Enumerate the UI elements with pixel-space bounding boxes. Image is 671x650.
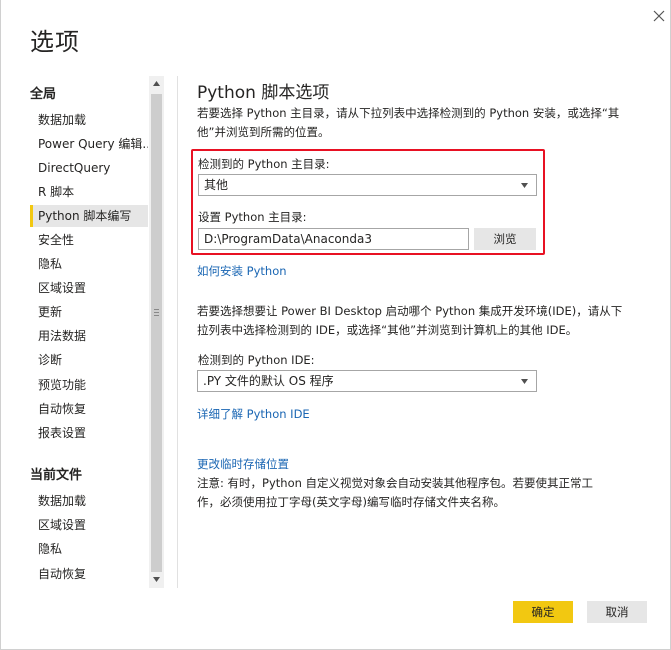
ide-desc-line-1: 若要选择想要让 Power BI Desktop 启动哪个 Python 集成开… [197,304,623,318]
close-button[interactable] [649,6,669,26]
detected-ide-select[interactable]: .PY 文件的默认 OS 程序 [197,370,537,392]
cancel-button[interactable]: 取消 [587,601,647,623]
browse-button[interactable]: 浏览 [474,228,536,250]
nav-item-file-privacy[interactable]: 隐私 [30,538,148,560]
note-line-1: 注意: 有时，Python 自定义视觉对象会自动安装其他程序包。若要使其正常工 [197,476,594,490]
temp-storage-note: 注意: 有时，Python 自定义视觉对象会自动安装其他程序包。若要使其正常工 … [197,474,633,512]
install-python-link[interactable]: 如何安装 Python [197,263,287,279]
nav-item-privacy[interactable]: 隐私 [30,253,148,275]
note-line-2: 作，必须使用拉丁字母(英文字母)编写临时存储文件夹名称。 [197,495,505,509]
chevron-down-icon [521,183,528,188]
detected-home-label: 检测到的 Python 主目录: [198,157,330,171]
learn-python-ide-link[interactable]: 详细了解 Python IDE [197,406,310,422]
detected-ide-value: .PY 文件的默认 OS 程序 [203,374,334,388]
home-directory-description: 若要选择 Python 主目录，请从下拉列表中选择检测到的 Python 安装，… [197,104,633,142]
detected-home-select[interactable]: 其他 [198,174,537,196]
scroll-thumb[interactable] [151,94,162,572]
page-title: Python 脚本选项 [197,83,330,103]
nav-heading-current-file: 当前文件 [30,468,83,483]
nav-item-security[interactable]: 安全性 [30,229,148,251]
nav-item-file-data-load[interactable]: 数据加载 [30,490,148,512]
nav-item-data-load[interactable]: 数据加载 [30,109,148,131]
ide-desc-line-2: 拉列表中选择检测到的 IDE，或选择“其他”并浏览到计算机上的其他 IDE。 [197,323,578,337]
ide-description: 若要选择想要让 Power BI Desktop 启动哪个 Python 集成开… [197,302,633,340]
nav-item-updates[interactable]: 更新 [30,301,148,323]
detected-ide-label: 检测到的 Python IDE: [198,353,315,367]
python-home-input[interactable] [198,228,469,250]
scroll-down-button[interactable] [149,572,164,588]
chevron-down-icon [153,577,160,582]
change-temp-storage-link[interactable]: 更改临时存储位置 [197,456,289,472]
nav-item-preview-features[interactable]: 预览功能 [30,374,148,396]
options-dialog: 选项 全局 数据加载 Power Query 编辑... DirectQuery… [0,0,671,650]
nav-item-regional-settings[interactable]: 区域设置 [30,277,148,299]
nav-item-usage-data[interactable]: 用法数据 [30,325,148,347]
scroll-up-button[interactable] [149,76,164,92]
set-home-label: 设置 Python 主目录: [198,210,307,224]
nav-item-diagnostics[interactable]: 诊断 [30,349,148,371]
nav-item-power-query-editor[interactable]: Power Query 编辑... [30,133,148,155]
nav-item-report-settings[interactable]: 报表设置 [30,422,148,444]
chevron-up-icon [153,81,160,86]
home-desc-line-2: 他”并浏览到所需的位置。 [197,125,330,139]
nav-item-file-auto-recovery[interactable]: 自动恢复 [30,563,148,585]
nav-item-python-scripting[interactable]: Python 脚本编写 [30,205,148,227]
nav-item-file-regional-settings[interactable]: 区域设置 [30,514,148,536]
nav-heading-global: 全局 [30,87,57,102]
nav-scrollbar[interactable] [149,76,164,588]
detected-home-value: 其他 [204,178,229,192]
chevron-down-icon [521,379,528,384]
options-nav: 全局 数据加载 Power Query 编辑... DirectQuery R … [30,76,164,588]
nav-item-r-script[interactable]: R 脚本 [30,181,148,203]
home-desc-line-1: 若要选择 Python 主目录，请从下拉列表中选择检测到的 Python 安装，… [197,106,620,120]
dialog-title: 选项 [30,28,80,56]
nav-item-auto-recovery[interactable]: 自动恢复 [30,398,148,420]
nav-divider [177,76,178,588]
ok-button[interactable]: 确定 [513,601,573,623]
close-icon [653,10,665,22]
grip-icon [154,309,159,318]
nav-item-directquery[interactable]: DirectQuery [30,157,148,179]
